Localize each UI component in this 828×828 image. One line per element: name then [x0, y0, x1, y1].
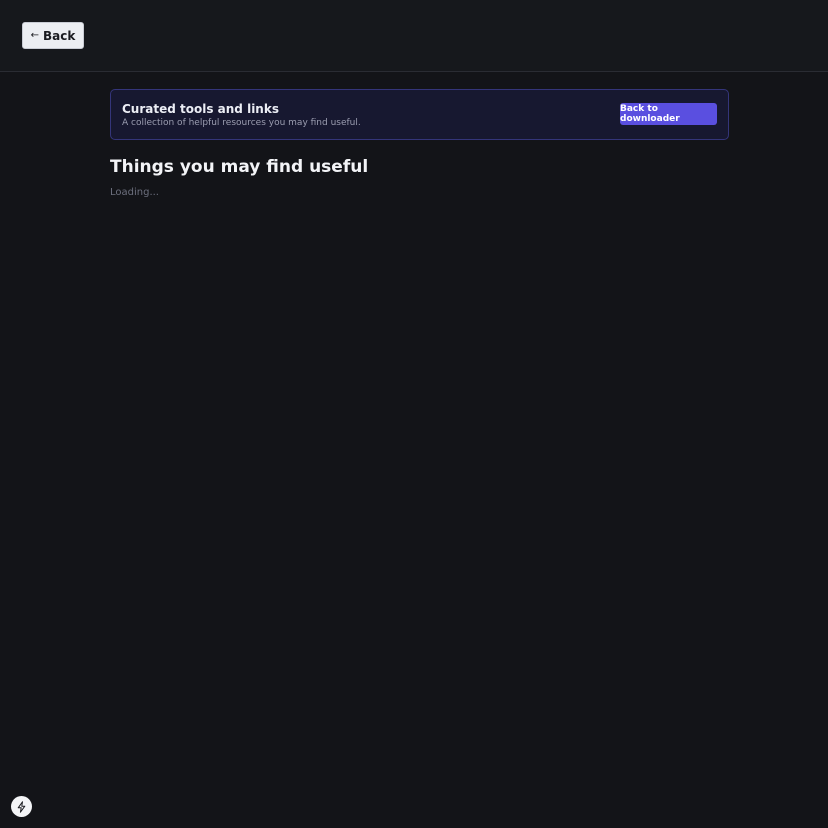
info-banner: Curated tools and links A collection of …: [110, 89, 729, 140]
back-button-label: Back: [43, 28, 76, 43]
banner-subtitle: A collection of helpful resources you ma…: [122, 118, 361, 128]
banner-title: Curated tools and links: [122, 102, 279, 116]
loading-status: Loading...: [110, 187, 159, 198]
back-to-downloader-button[interactable]: Back to downloader: [620, 103, 717, 125]
page-title: Things you may find useful: [110, 157, 369, 177]
floating-action-button[interactable]: [11, 796, 32, 817]
back-arrow-icon: ←: [30, 30, 40, 41]
back-button[interactable]: ← Back: [22, 22, 84, 49]
bolt-icon: [17, 800, 26, 813]
top-bar: ← Back: [0, 0, 828, 72]
